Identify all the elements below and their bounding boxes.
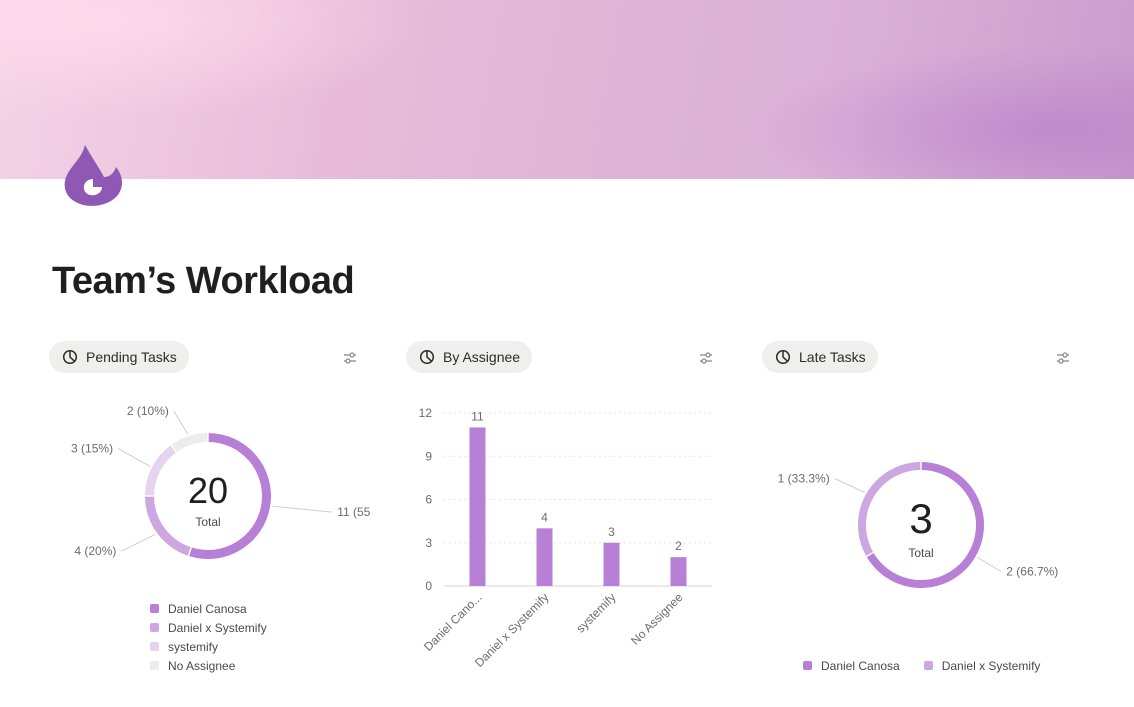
sliders-settings-icon[interactable] bbox=[342, 350, 358, 366]
x-tick-label: No Assignee bbox=[628, 590, 686, 648]
legend-swatch bbox=[923, 661, 933, 670]
slice-label: 4 (20%) bbox=[74, 544, 116, 558]
donut-total-label: Total bbox=[908, 546, 933, 560]
bar-value-label: 11 bbox=[471, 409, 484, 423]
tab-pending-tasks[interactable]: Pending Tasks bbox=[49, 341, 189, 373]
x-tick-label: Daniel Cano... bbox=[421, 590, 485, 654]
pie-chart-icon bbox=[419, 349, 435, 365]
pie-chart-icon bbox=[62, 349, 78, 365]
leader-line bbox=[977, 557, 1002, 572]
slice-label: 1 (33.3%) bbox=[778, 472, 830, 486]
legend-swatch bbox=[150, 642, 159, 651]
donut-slice[interactable] bbox=[171, 433, 208, 452]
page-title: Team’s Workload bbox=[52, 260, 355, 302]
y-tick-label: 6 bbox=[425, 493, 432, 507]
y-tick-label: 3 bbox=[425, 536, 432, 550]
y-tick-label: 0 bbox=[425, 579, 432, 593]
bar[interactable] bbox=[603, 542, 620, 586]
y-tick-label: 9 bbox=[425, 449, 432, 463]
legend-swatch bbox=[150, 661, 159, 670]
widget-label: Pending Tasks bbox=[86, 349, 177, 365]
flame-icon bbox=[64, 145, 122, 206]
widget-label: Late Tasks bbox=[799, 349, 866, 365]
donut-slice[interactable] bbox=[145, 496, 191, 556]
y-tick-label: 12 bbox=[419, 406, 433, 420]
legend-label: systemify bbox=[168, 639, 219, 654]
bar-value-label: 3 bbox=[608, 525, 615, 539]
pending-tasks-donut-chart: 20 Total 11 (55... 4 (20%) 3 (15%) 2 (10%) bbox=[71, 404, 370, 559]
legend-item: Daniel x Systemify bbox=[150, 618, 267, 637]
leader-line bbox=[121, 533, 156, 552]
legend-item: Daniel x Systemify bbox=[923, 656, 1041, 675]
bar[interactable] bbox=[670, 557, 687, 586]
by-assignee-bar-chart: 0 3 6 9 12 11 Daniel Cano... 4 Daniel x Systemif… bbox=[419, 406, 712, 670]
legend-swatch bbox=[150, 604, 159, 613]
tab-by-assignee[interactable]: By Assignee bbox=[406, 341, 533, 373]
legend-item: No Assignee bbox=[150, 656, 267, 675]
late-tasks-legend: Daniel Canosa Daniel x Systemify bbox=[803, 656, 1040, 675]
legend-label: Daniel Canosa bbox=[168, 601, 247, 616]
pie-chart-icon bbox=[775, 349, 791, 365]
sliders-settings-icon[interactable] bbox=[1055, 350, 1071, 366]
late-tasks-donut-chart: 3 Total 2 (66.7%) 1 (33.3%) bbox=[778, 462, 1058, 588]
leader-line bbox=[117, 448, 151, 467]
legend-item: Daniel Canosa bbox=[150, 599, 267, 618]
tab-late-tasks[interactable]: Late Tasks bbox=[762, 341, 878, 373]
bar-value-label: 4 bbox=[541, 510, 548, 524]
legend-item: Daniel Canosa bbox=[803, 656, 900, 675]
legend-label: No Assignee bbox=[168, 658, 236, 673]
legend-label: Daniel x Systemify bbox=[168, 620, 267, 635]
slice-label: 2 (66.7%) bbox=[1006, 565, 1058, 579]
bar[interactable] bbox=[469, 427, 486, 586]
widget-label: By Assignee bbox=[443, 349, 521, 365]
donut-total-label: Total bbox=[195, 515, 220, 529]
bar-value-label: 2 bbox=[675, 539, 682, 553]
donut-slice[interactable] bbox=[145, 445, 176, 496]
sliders-settings-icon[interactable] bbox=[698, 350, 714, 366]
slice-label: 3 (15%) bbox=[71, 441, 113, 455]
donut-total: 20 bbox=[188, 470, 228, 511]
legend-label: Daniel Canosa bbox=[821, 658, 900, 673]
bar[interactable] bbox=[536, 528, 553, 586]
legend-label: Daniel x Systemify bbox=[941, 658, 1041, 673]
x-tick-label: systemify bbox=[573, 590, 618, 635]
legend-swatch bbox=[150, 623, 159, 632]
x-tick-label: Daniel x Systemify bbox=[472, 590, 552, 670]
leader-line bbox=[834, 478, 865, 493]
slice-label: 2 (10%) bbox=[127, 404, 169, 418]
leader-line bbox=[272, 505, 333, 513]
legend-item: systemify bbox=[150, 637, 267, 656]
legend-swatch bbox=[803, 661, 812, 670]
donut-total: 3 bbox=[909, 495, 932, 542]
leader-line bbox=[173, 410, 189, 435]
pending-tasks-legend: Daniel Canosa Daniel x Systemify systemify… bbox=[150, 599, 267, 675]
slice-label: 11 (55... bbox=[337, 505, 370, 519]
cover-image bbox=[0, 0, 1134, 179]
